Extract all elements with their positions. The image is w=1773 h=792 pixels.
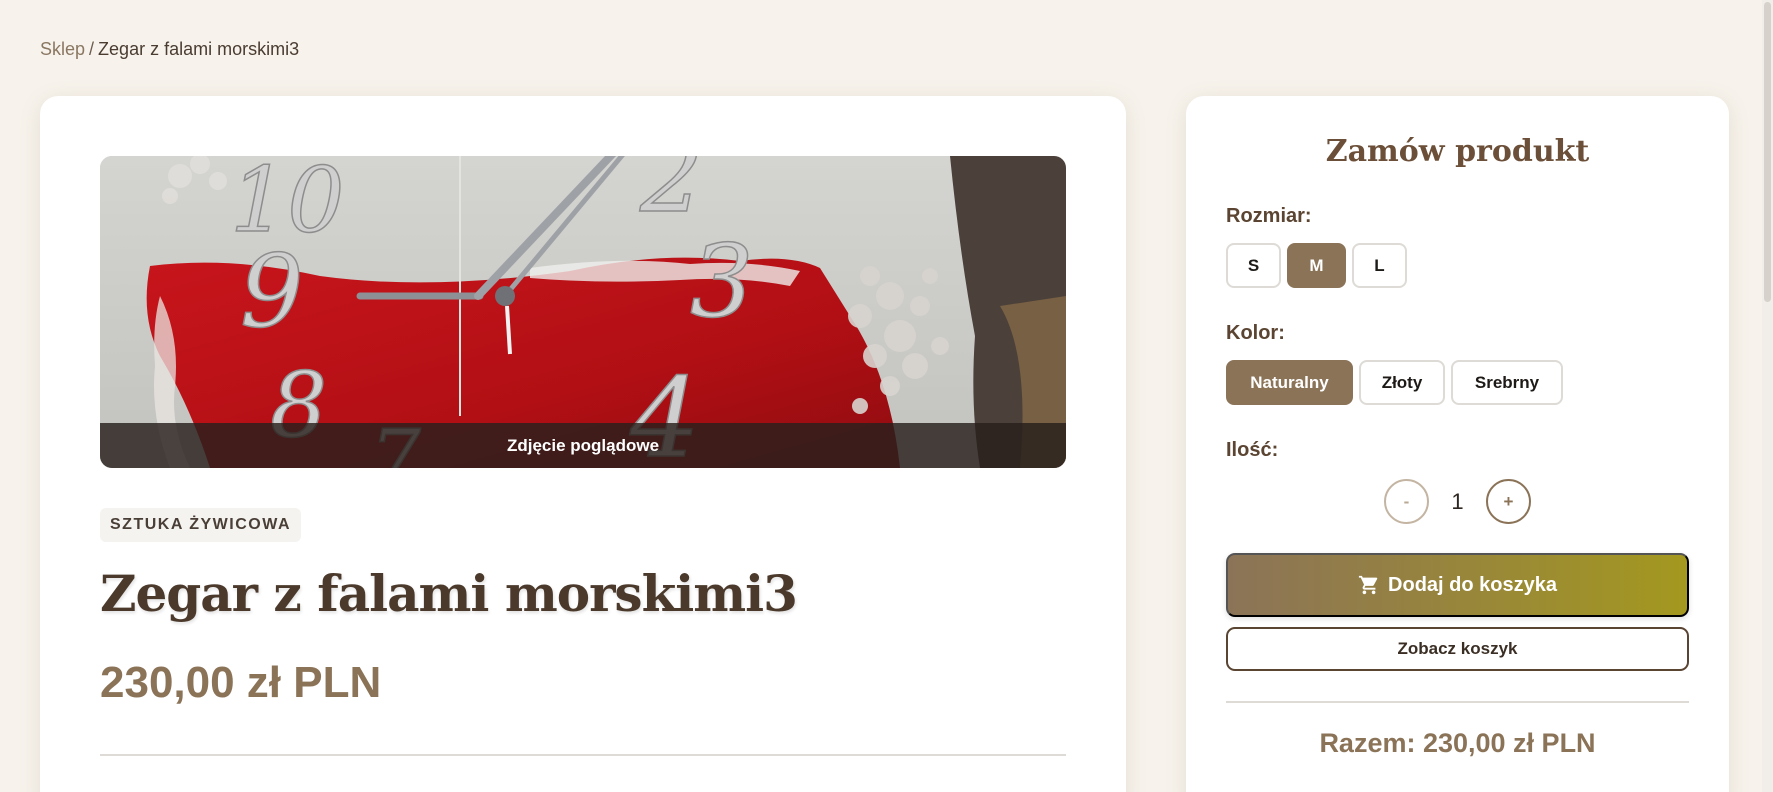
add-to-cart-button[interactable]: Dodaj do koszyka [1226,553,1689,617]
color-option-naturalny[interactable]: Naturalny [1226,360,1353,405]
order-title: Zamów produkt [1325,134,1590,169]
size-option-s[interactable]: S [1226,243,1281,288]
quantity-stepper: - 1 + [1186,479,1729,524]
add-to-cart-label: Dodaj do koszyka [1388,573,1557,596]
product-title: Zegar z falami morskimi3 [100,564,798,623]
category-tag: SZTUKA ŻYWICOWA [100,508,301,542]
breadcrumb-separator: / [89,39,95,59]
product-price: 230,00 zł PLN [100,658,382,707]
size-label: Rozmiar: [1226,205,1312,227]
divider [1226,701,1689,703]
page-scrollbar[interactable] [1762,0,1773,792]
quantity-value: 1 [1451,488,1464,514]
quantity-decrease-button[interactable]: - [1384,479,1429,524]
color-option-srebrny[interactable]: Srebrny [1451,360,1563,405]
divider [100,754,1066,756]
quantity-increase-button[interactable]: + [1486,479,1531,524]
product-details-card: 10 9 8 7 2 3 4 Zdjęcie poglądowe SZTUKA … [40,96,1126,792]
breadcrumb-current: Zegar z falami morskimi3 [98,39,300,59]
order-total: Razem: 230,00 zł PLN [1319,728,1596,758]
clock-photo-illustration: 10 9 8 7 2 3 4 [100,156,1066,468]
size-option-l[interactable]: L [1352,243,1407,288]
clock-numeral-9: 9 [240,233,304,350]
image-caption: Zdjęcie poglądowe [100,423,1066,468]
color-options: Naturalny Złoty Srebrny [1226,360,1563,405]
breadcrumb-shop-link[interactable]: Sklep [40,39,85,59]
size-option-m[interactable]: M [1287,243,1346,288]
size-options: S M L [1226,243,1407,288]
color-option-zloty[interactable]: Złoty [1359,360,1445,405]
product-image[interactable]: 10 9 8 7 2 3 4 Zdjęcie poglądowe [100,156,1066,468]
order-panel: Zamów produkt Rozmiar: S M L Kolor: Natu… [1186,96,1729,792]
breadcrumb: Sklep / Zegar z falami morskimi3 [40,39,299,60]
color-label: Kolor: [1226,322,1285,344]
quantity-label: Ilość: [1226,439,1279,461]
shopping-cart-icon [1358,575,1378,595]
scrollbar-thumb[interactable] [1764,2,1771,302]
clock-numeral-3: 3 [690,223,754,340]
view-cart-button[interactable]: Zobacz koszyk [1226,627,1689,671]
